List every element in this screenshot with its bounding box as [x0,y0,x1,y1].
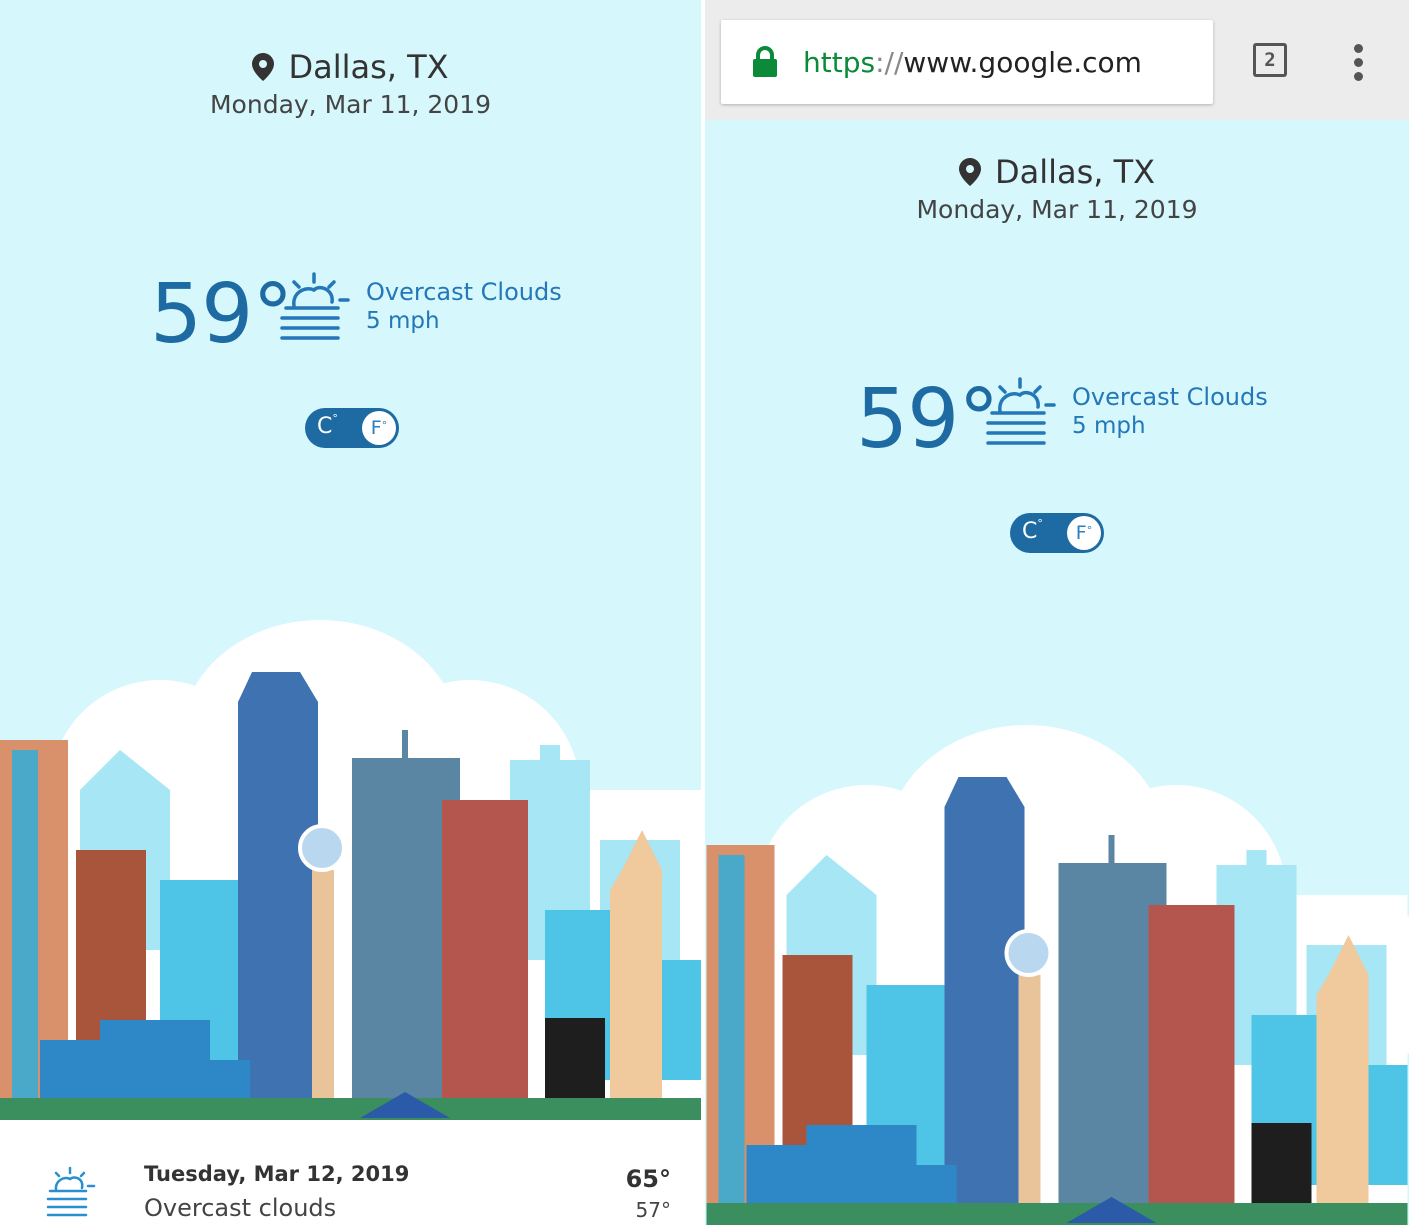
red-tower [1148,905,1235,1215]
sun-fog-icon [280,272,350,340]
sun-fog-icon [46,1166,96,1217]
address-bar[interactable]: https://www.google.com [721,20,1213,104]
current-weather: 59° Overcast Clouds 5 mph [856,375,1276,465]
current-temperature: 59° [856,372,999,467]
ground [0,1098,701,1120]
current-date: Monday, Mar 11, 2019 [916,195,1198,224]
current-date: Monday, Mar 11, 2019 [209,90,492,119]
reunion-tower-shaft [312,870,334,1110]
current-weather: 59° Overcast Clouds 5 mph [150,270,570,360]
city-name: Dallas, TX [994,153,1156,191]
current-temperature: 59° [150,267,293,362]
wind-speed: 5 mph [1072,413,1146,439]
fahrenheit-knob[interactable]: F° [362,411,396,445]
condition-text: Overcast Clouds [366,278,562,306]
dallas-skyline-illustration [0,620,701,1120]
city-label-row: Dallas, TX [958,153,1156,191]
forecast-low: 57° [635,1198,671,1222]
city-name: Dallas, TX [288,48,449,86]
dark-building [1251,1123,1312,1215]
fahrenheit-knob[interactable]: F° [1067,516,1101,550]
city-label-row: Dallas, TX [252,48,449,86]
celsius-label: C° [317,412,338,439]
location-header: Dallas, TX [705,153,1409,191]
forecast-row[interactable]: Tuesday, Mar 12, 2019 Overcast clouds 65… [0,1120,701,1225]
unit-toggle[interactable]: C° F° [1010,513,1104,553]
location-header: Dallas, TX [0,48,701,86]
sun-fog-icon [986,377,1056,445]
dark-building [545,1018,605,1110]
forecast-high: 65° [625,1165,671,1193]
map-pin-icon [958,158,981,186]
browser-toolbar: https://www.google.com 2 [705,0,1409,120]
lock-icon [753,46,777,77]
tab-switcher-button[interactable]: 2 [1253,43,1287,77]
more-vert-icon[interactable] [1351,44,1365,82]
reunion-tower-ball [298,824,346,872]
bank-of-america-plaza [944,777,1025,1215]
red-tower [442,800,528,1110]
reunion-tower-shaft [1018,975,1041,1215]
map-pin-icon [252,53,275,81]
wind-speed: 5 mph [366,308,440,334]
condition-text: Overcast Clouds [1072,383,1268,411]
dallas-skyline-illustration [706,725,1409,1225]
weather-app-left-screen: Dallas, TX Monday, Mar 11, 2019 59° Over… [0,0,701,1225]
reunion-tower-ball [1004,929,1053,977]
forecast-day: Tuesday, Mar 12, 2019 [144,1162,410,1186]
forecast-condition: Overcast clouds [144,1194,337,1222]
ground [706,1203,1408,1225]
celsius-label: C° [1022,517,1043,544]
unit-toggle[interactable]: C° F° [305,408,399,448]
bank-of-america-plaza [238,672,318,1110]
browser-right-screen: https://www.google.com 2 Dallas, TX Mond… [705,0,1409,1225]
url-text: https://www.google.com [803,46,1142,79]
